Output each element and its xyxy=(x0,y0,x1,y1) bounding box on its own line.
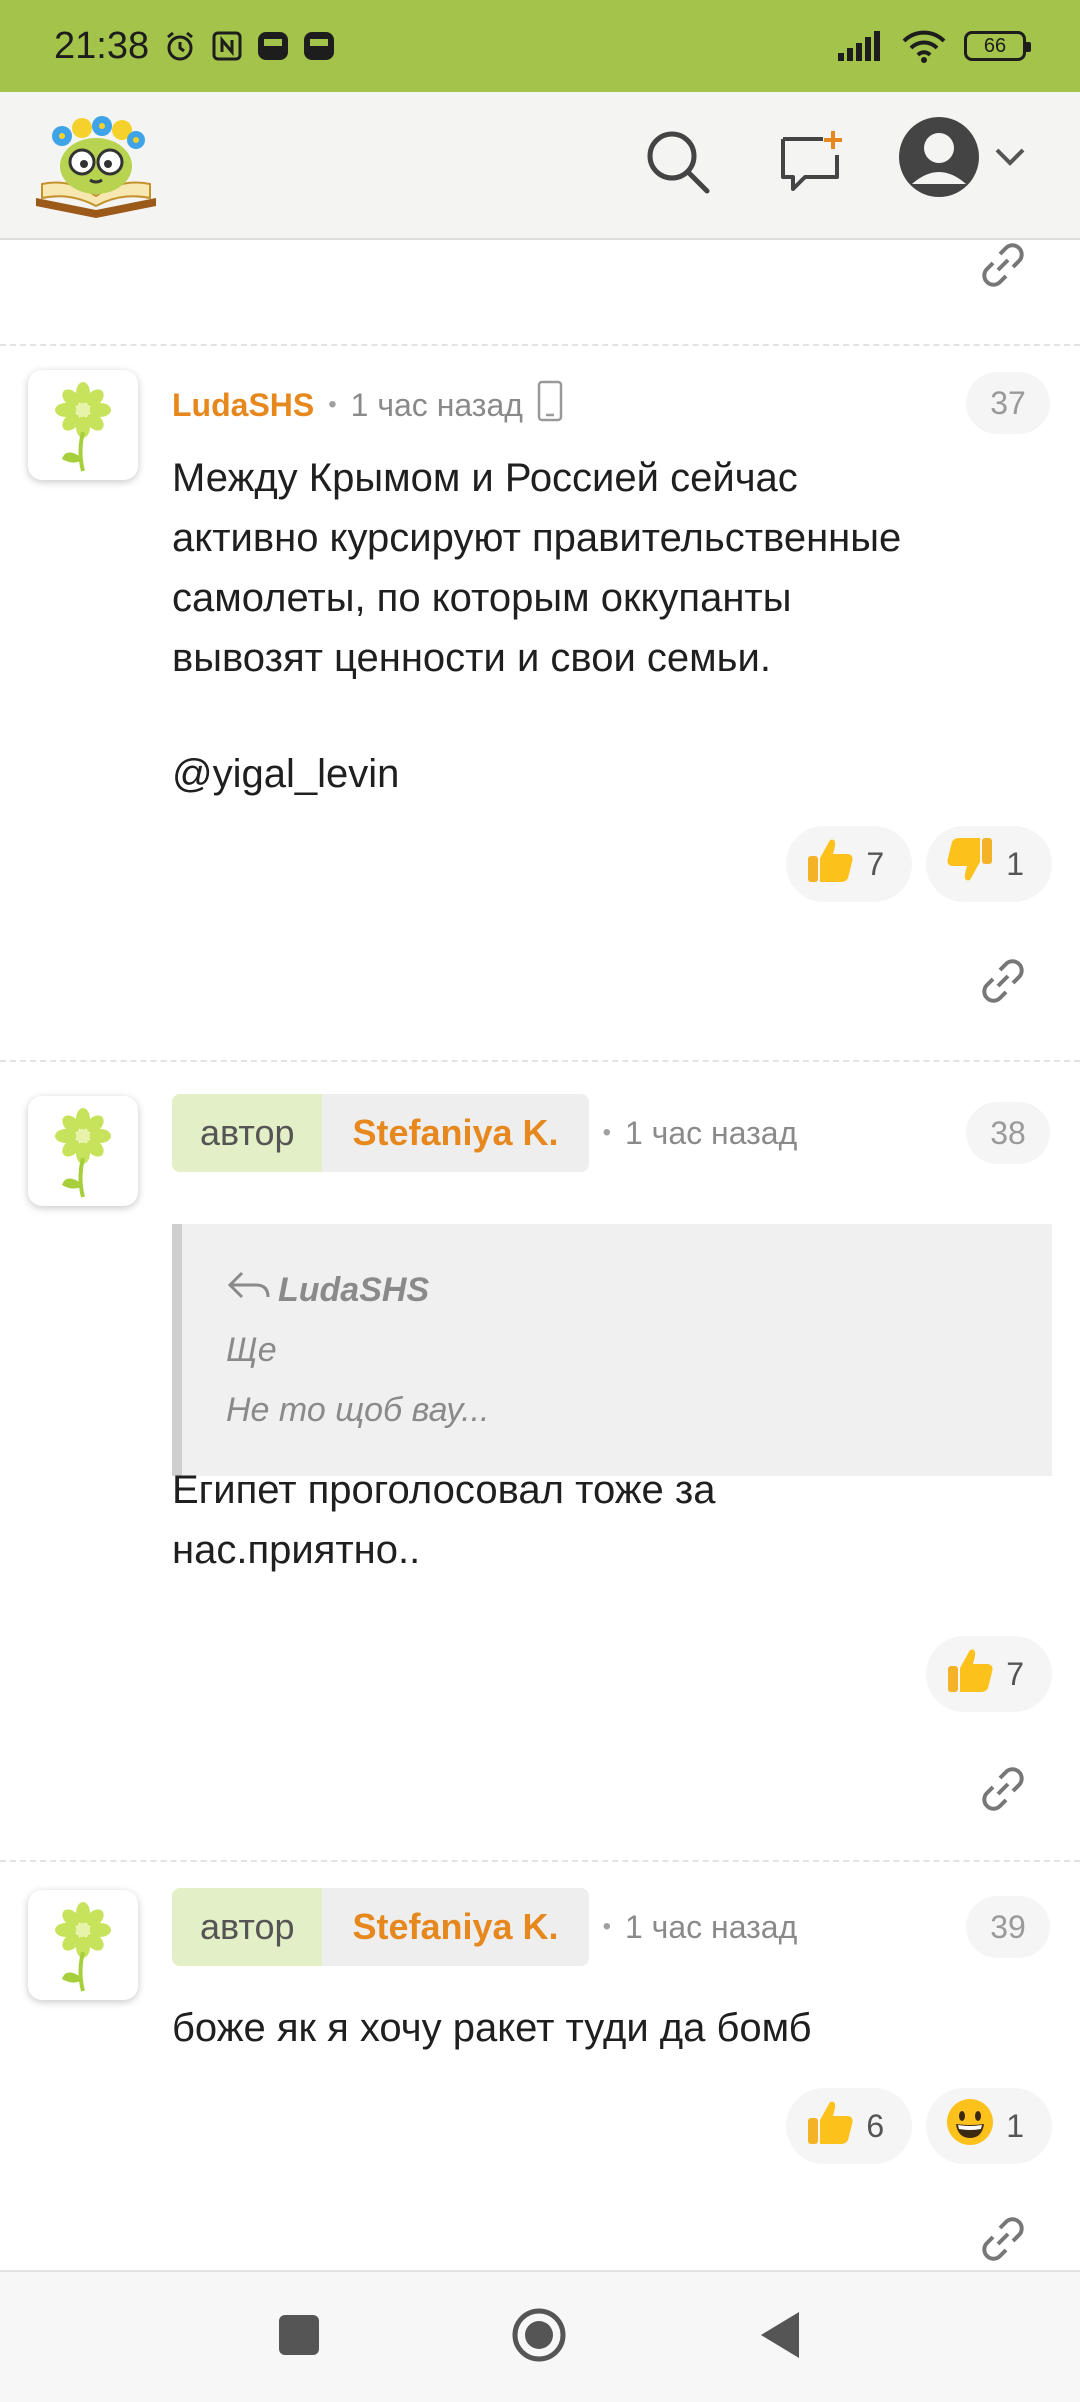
comment-text: боже як я хочу ракет туди да бомб xyxy=(172,2006,812,2050)
comment-time: 1 час назад xyxy=(624,1908,798,1945)
mobile-device-icon xyxy=(537,380,563,430)
link-icon[interactable] xyxy=(978,240,1028,290)
comment-time: 1 час назад xyxy=(624,1114,798,1151)
comment-text: Между Крымом и Россией сейчас активно ку… xyxy=(172,456,902,796)
comment-author[interactable]: LudaSHS xyxy=(172,387,314,424)
user-avatar-icon xyxy=(899,117,979,197)
author-badge[interactable]: автор Stefaniya K. xyxy=(172,1888,589,1966)
avatar[interactable] xyxy=(28,1890,138,2000)
quoted-author: LudaSHS xyxy=(278,1271,430,1309)
divider xyxy=(0,344,1080,346)
author-badge[interactable]: автор Stefaniya K. xyxy=(172,1094,589,1172)
avatar[interactable] xyxy=(28,1096,138,1206)
ad-blocker-icon xyxy=(257,31,289,61)
ad-blocker-icon xyxy=(303,31,335,61)
status-bar: 21:38 66 xyxy=(0,0,1080,92)
wifi-icon xyxy=(902,29,946,63)
reaction-dislike-button[interactable]: 1 xyxy=(926,826,1052,902)
status-time: 21:38 xyxy=(54,24,150,67)
system-nav-bar xyxy=(0,2270,1080,2402)
divider xyxy=(0,1060,1080,1062)
thumbs-up-icon xyxy=(804,834,856,894)
new-post-icon[interactable] xyxy=(772,122,852,202)
flower-avatar-icon xyxy=(55,1108,111,1198)
comment-number[interactable]: 39 xyxy=(966,1896,1050,1958)
home-button[interactable] xyxy=(511,2307,567,2368)
divider xyxy=(0,1860,1080,1862)
comment-author: Stefaniya K. xyxy=(322,1094,589,1172)
search-icon[interactable] xyxy=(638,122,718,202)
comment-author: Stefaniya K. xyxy=(322,1888,589,1966)
quoted-text: Ще xyxy=(226,1331,277,1369)
flower-avatar-icon xyxy=(55,382,111,472)
quoted-text: Не то щоб вау... xyxy=(226,1391,490,1429)
reaction-like-button[interactable]: 6 xyxy=(786,2088,913,2164)
signal-icon xyxy=(836,31,884,61)
comment-time: 1 час назад xyxy=(350,386,523,423)
chevron-down-icon xyxy=(995,148,1025,166)
link-icon[interactable] xyxy=(978,1764,1028,1814)
separator-dot: • xyxy=(602,1119,611,1146)
separator-dot: • xyxy=(328,391,337,418)
grinning-face-icon xyxy=(944,2096,996,2156)
quoted-reply[interactable]: LudaSHS Ще Не то щоб вау... xyxy=(172,1224,1052,1476)
reaction-like-button[interactable]: 7 xyxy=(926,1636,1052,1712)
author-role-label: автор xyxy=(172,1888,323,1966)
recent-apps-button[interactable] xyxy=(277,2313,321,2362)
profile-menu[interactable] xyxy=(898,116,1026,198)
link-icon[interactable] xyxy=(978,956,1028,1006)
reaction-laugh-button[interactable]: 1 xyxy=(926,2088,1052,2164)
thumbs-down-icon xyxy=(944,834,996,894)
comment-number[interactable]: 37 xyxy=(966,372,1050,434)
reaction-like-button[interactable]: 7 xyxy=(786,826,913,902)
site-logo[interactable] xyxy=(32,106,160,220)
thumbs-up-icon xyxy=(804,2096,856,2156)
comments-feed[interactable]: LudaSHS • 1 час назад 37 Между Крымом и … xyxy=(0,240,1080,2270)
separator-dot: • xyxy=(602,1913,611,1940)
back-button[interactable] xyxy=(757,2310,803,2365)
comment-number[interactable]: 38 xyxy=(966,1102,1050,1164)
app-header xyxy=(0,92,1080,240)
alarm-icon xyxy=(163,29,197,63)
reply-arrow-icon xyxy=(226,1260,272,1320)
battery-indicator: 66 xyxy=(964,31,1031,61)
nfc-icon xyxy=(211,30,243,62)
flower-avatar-icon xyxy=(55,1902,111,1992)
thumbs-up-icon xyxy=(944,1644,996,1704)
author-role-label: автор xyxy=(172,1094,323,1172)
comment-text: Египет проголосовал тоже за нас.приятно.… xyxy=(172,1468,716,1572)
link-icon[interactable] xyxy=(978,2214,1028,2264)
avatar[interactable] xyxy=(28,370,138,480)
